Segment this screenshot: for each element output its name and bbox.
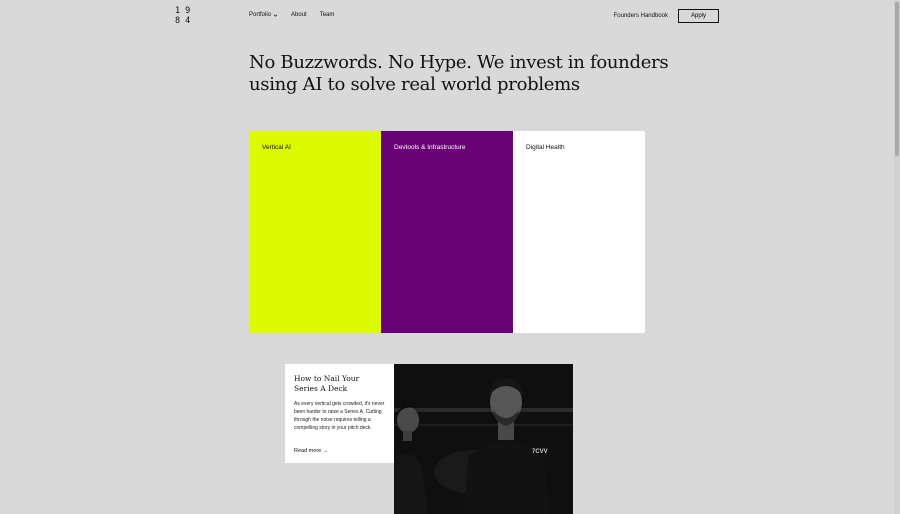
tile-vertical-ai[interactable]: Vertical AI <box>249 131 381 333</box>
nav-portfolio-label: Portfolio <box>249 12 272 18</box>
scrollbar-thumb[interactable] <box>895 2 899 156</box>
nav-portfolio[interactable]: Portfolio <box>249 12 278 18</box>
nav-team-label: Team <box>319 12 335 18</box>
tile-label: Vertical AI <box>262 144 291 151</box>
tile-label: Devtools & Infrastructure <box>394 144 466 151</box>
tile-devtools-infrastructure[interactable]: Devtools & Infrastructure <box>381 131 513 333</box>
founders-handbook-link[interactable]: Founders Handbook <box>614 13 668 19</box>
scrollbar[interactable] <box>894 0 900 514</box>
tile-digital-health[interactable]: Digital Health <box>513 131 645 333</box>
article-body: As every vertical gets crowded, it's nev… <box>294 401 385 431</box>
founders-photo: 7CVV <box>394 364 573 514</box>
logo-line-2: 84 <box>175 16 196 26</box>
chevron-down-icon <box>273 14 278 17</box>
focus-area-tiles: Vertical AI Devtools & Infrastructure Di… <box>249 131 645 333</box>
right-nav: Founders Handbook Apply <box>614 9 719 23</box>
read-more-link[interactable]: Read more → <box>294 448 328 454</box>
nav-about[interactable]: About <box>291 12 307 18</box>
tile-label: Digital Health <box>526 144 565 151</box>
article-title: How to Nail Your Series A Deck <box>294 374 360 393</box>
brand-logo[interactable]: 19 84 <box>175 6 195 26</box>
founders-photo-illustration: 7CVV <box>394 364 573 514</box>
logo-line-1: 19 <box>175 6 196 16</box>
article-card: How to Nail Your Series A Deck As every … <box>285 364 394 463</box>
nav-team[interactable]: Team <box>320 12 335 18</box>
nav-about-label: About <box>291 12 307 18</box>
main-nav: Portfolio About Team <box>249 12 334 18</box>
hero-headline: No Buzzwords. No Hype. We invest in foun… <box>249 52 669 95</box>
shirt-logo-text: 7CVV <box>532 449 548 455</box>
apply-button[interactable]: Apply <box>677 9 719 23</box>
